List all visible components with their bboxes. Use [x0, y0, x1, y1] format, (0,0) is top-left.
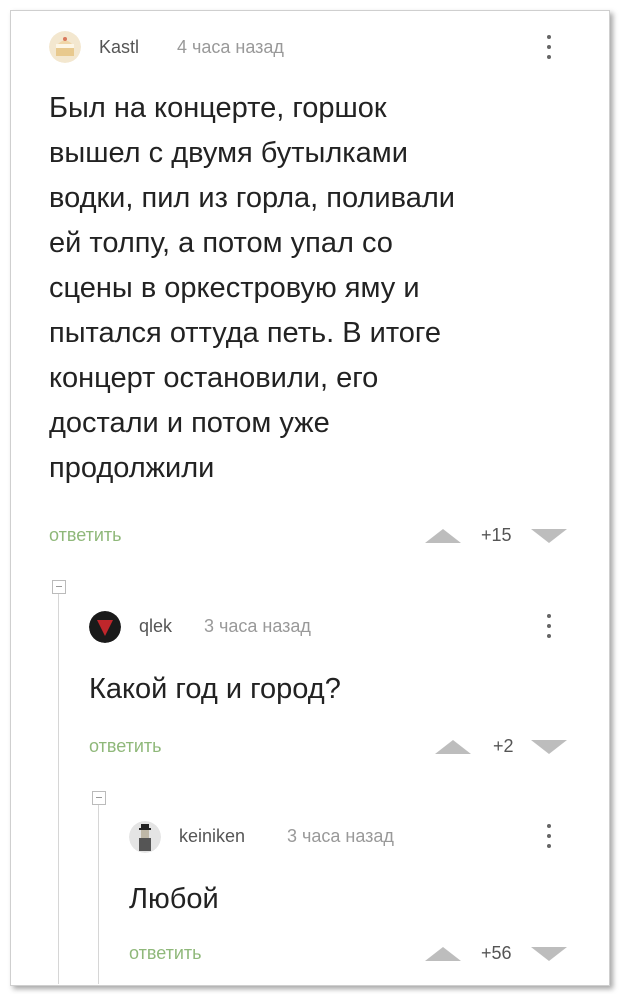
comment-2-more-icon[interactable] — [546, 614, 552, 644]
comment-2-downvote-icon[interactable] — [531, 740, 567, 754]
comment-3-upvote-icon[interactable] — [425, 947, 461, 961]
comment-3-score: +56 — [481, 943, 512, 963]
comment-3-avatar[interactable] — [129, 821, 161, 853]
comment-3-author[interactable]: keiniken — [179, 826, 245, 847]
thread-line-level-2 — [98, 805, 99, 984]
comment-3-more-icon[interactable] — [546, 824, 552, 854]
comment-1-line-6: пытался оттуда петь. В итоге — [49, 317, 441, 349]
comment-1-line-5: сцены в оркестровую яму и — [49, 272, 420, 304]
comment-1-line-2: вышел с двумя бутылками — [49, 137, 408, 169]
comment-2-text: Какой год и город? — [89, 673, 341, 705]
cake-avatar-icon — [49, 31, 81, 63]
comment-2-score: +2 — [493, 736, 514, 756]
comment-2-author[interactable]: qlek — [139, 616, 172, 637]
comment-1-author[interactable]: Kastl — [99, 37, 139, 58]
comment-2-avatar[interactable] — [89, 611, 121, 643]
comment-1-line-7: концерт остановили, его — [49, 362, 379, 394]
red-dark-avatar-icon — [89, 611, 121, 643]
comment-1-line-9: продолжили — [49, 452, 215, 484]
comment-1-time: 4 часа назад — [177, 37, 284, 57]
comment-1-upvote-icon[interactable] — [425, 529, 461, 543]
comment-3-text: Любой — [129, 883, 219, 915]
comment-2-upvote-icon[interactable] — [435, 740, 471, 754]
comment-1-line-8: достали и потом уже — [49, 407, 330, 439]
comment-1-score: +15 — [481, 525, 512, 545]
comment-1-reply-button[interactable]: ответить — [49, 525, 122, 546]
comment-1-line-3: водки, пил из горла, поливали — [49, 182, 455, 214]
comment-1-more-icon[interactable] — [546, 35, 552, 65]
comment-1-line-1: Был на концерте, горшок — [49, 92, 387, 124]
comment-thread: Kastl 4 часа назад Был на концерте, горш… — [10, 10, 610, 986]
comment-2-time: 3 часа назад — [204, 616, 311, 636]
comment-3-reply-button[interactable]: ответить — [129, 943, 202, 964]
comment-2-collapse-button[interactable] — [92, 791, 106, 805]
comment-1-downvote-icon[interactable] — [531, 529, 567, 543]
comment-1-text: Был на концерте, горшок вышел с двумя бу… — [49, 86, 599, 491]
comment-3-downvote-icon[interactable] — [531, 947, 567, 961]
comment-1-collapse-button[interactable] — [52, 580, 66, 594]
comment-1-avatar[interactable] — [49, 31, 81, 63]
comment-3-time: 3 часа назад — [287, 826, 394, 846]
figure-avatar-icon — [129, 821, 161, 853]
thread-line-level-1 — [58, 594, 59, 984]
comment-1-line-4: ей толпу, а потом упал со — [49, 227, 393, 259]
comment-2-reply-button[interactable]: ответить — [89, 736, 162, 757]
